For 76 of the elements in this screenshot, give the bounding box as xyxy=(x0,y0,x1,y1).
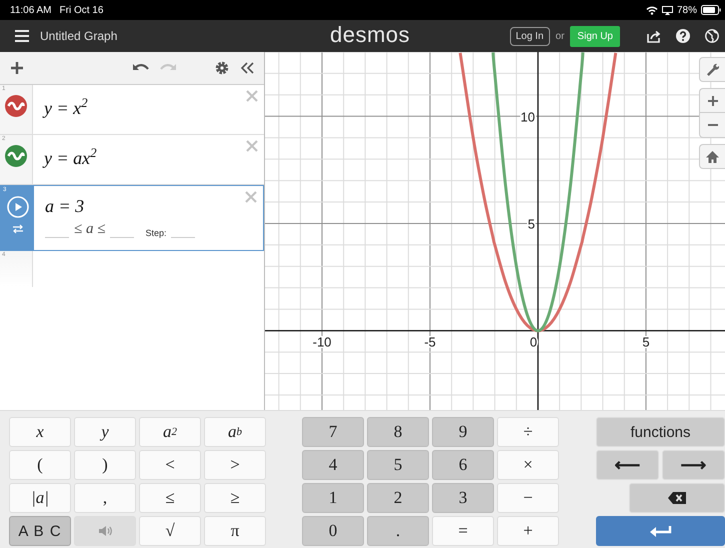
collapse-icon[interactable] xyxy=(240,62,254,74)
number-key[interactable]: 3 xyxy=(432,483,494,513)
enter-icon xyxy=(650,525,672,537)
key[interactable]: = xyxy=(432,516,494,546)
number-key[interactable]: 0 xyxy=(302,516,364,546)
key[interactable]: > xyxy=(204,450,266,480)
add-icon[interactable] xyxy=(10,61,24,75)
home-button[interactable] xyxy=(699,144,725,169)
settings-icon[interactable] xyxy=(215,61,229,75)
number-key[interactable]: 7 xyxy=(302,417,364,447)
step-label: Step: xyxy=(145,228,166,238)
screen-mirror-icon xyxy=(662,6,673,14)
or-text: or xyxy=(556,30,564,42)
number-key[interactable]: 5 xyxy=(367,450,429,480)
key[interactable]: < xyxy=(139,450,201,480)
login-button[interactable]: Log In xyxy=(510,26,550,46)
key[interactable]: ) xyxy=(74,450,136,480)
backspace-icon xyxy=(668,492,686,504)
math-expression[interactable]: y = x$^{2}$ xyxy=(44,95,88,119)
number-key[interactable]: 6 xyxy=(432,450,494,480)
key[interactable]: + xyxy=(497,516,559,546)
backspace-key[interactable] xyxy=(629,483,725,513)
arrow-key[interactable]: ⟶ xyxy=(662,450,725,480)
tick-label: 5 xyxy=(528,216,535,232)
zoom-out-button[interactable] xyxy=(699,113,725,138)
variable-key[interactable]: |a| xyxy=(9,483,71,513)
key[interactable]: ( xyxy=(9,450,71,480)
battery-percent: 78% xyxy=(676,4,697,16)
help-icon[interactable] xyxy=(676,29,690,43)
number-key[interactable]: 4 xyxy=(302,450,364,480)
tick-label: 5 xyxy=(642,334,650,350)
tick-label: 10 xyxy=(520,109,535,124)
key[interactable]: π xyxy=(204,516,266,546)
arrow-key[interactable]: ⟵ xyxy=(596,450,659,480)
abc-key[interactable]: A B C xyxy=(9,516,71,546)
wave-icon[interactable] xyxy=(5,145,27,167)
play-icon[interactable] xyxy=(6,196,28,218)
repeat-icon[interactable] xyxy=(12,224,24,234)
number-key[interactable]: 9 xyxy=(432,417,494,447)
math-expression[interactable]: a = 3 xyxy=(45,196,196,217)
wave-icon[interactable] xyxy=(5,95,27,117)
battery-icon xyxy=(701,5,721,15)
desmos-logo: desmos xyxy=(330,22,410,48)
settings-button[interactable] xyxy=(699,57,725,82)
key[interactable]: , xyxy=(74,483,136,513)
key[interactable]: − xyxy=(497,483,559,513)
key[interactable]: √ xyxy=(139,516,201,546)
minus-icon xyxy=(708,124,718,126)
sound-icon xyxy=(98,525,112,537)
number-key[interactable]: 1 xyxy=(302,483,364,513)
menu-icon[interactable] xyxy=(15,30,29,42)
share-icon[interactable] xyxy=(647,30,661,42)
zoom-in-button[interactable] xyxy=(699,88,725,113)
number-key[interactable]: 8 xyxy=(367,417,429,447)
globe-icon[interactable] xyxy=(705,29,719,43)
status-date: Fri Oct 16 xyxy=(60,4,104,16)
wifi-icon xyxy=(646,6,658,14)
slider-bounds: ≤ a ≤ xyxy=(74,221,106,238)
graph-title[interactable]: Untitled Graph xyxy=(40,29,118,43)
tick-label: -5 xyxy=(424,334,436,350)
tick-label: -10 xyxy=(312,334,332,350)
status-time: 11:06 AM xyxy=(10,4,52,16)
tick-label: 0 xyxy=(530,334,538,350)
key[interactable]: ÷ xyxy=(497,417,559,447)
wrench-icon xyxy=(706,63,719,76)
variable-key[interactable]: y xyxy=(74,417,136,447)
plus-icon xyxy=(708,96,718,106)
key[interactable]: ≤ xyxy=(139,483,201,513)
home-icon xyxy=(706,150,719,162)
variable-key[interactable]: x xyxy=(9,417,71,447)
number-key[interactable]: . xyxy=(367,516,429,546)
number-key[interactable]: 2 xyxy=(367,483,429,513)
functions-key[interactable]: functions xyxy=(596,417,725,447)
key[interactable]: ≥ xyxy=(204,483,266,513)
key[interactable]: × xyxy=(497,450,559,480)
math-expression[interactable]: y = ax$^{2}$ xyxy=(44,145,97,169)
